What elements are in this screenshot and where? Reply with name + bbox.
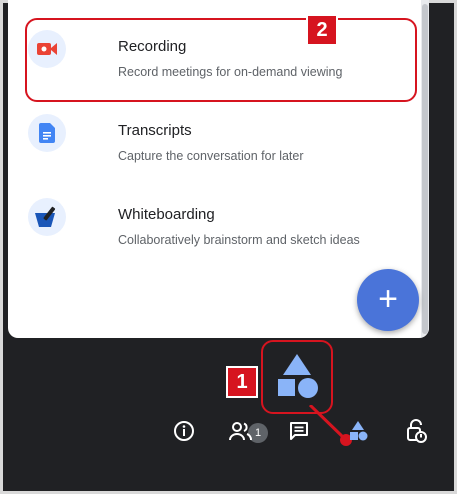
- activities-icon-zoom: [261, 340, 333, 414]
- callout-number-1: 1: [226, 366, 258, 398]
- chat-icon[interactable]: [285, 417, 313, 445]
- host-controls-lock-icon[interactable]: [402, 417, 430, 445]
- feature-description: Collaboratively brainstorm and sketch id…: [118, 233, 360, 247]
- feature-title: Transcripts: [118, 122, 192, 139]
- document-icon: [28, 114, 66, 152]
- shapes-icon: [278, 354, 318, 398]
- scrollbar-thumb[interactable]: [422, 4, 428, 334]
- info-icon[interactable]: [170, 417, 198, 445]
- add-button[interactable]: +: [357, 269, 419, 331]
- feature-title: Whiteboarding: [118, 206, 215, 223]
- activities-icon[interactable]: [344, 417, 372, 445]
- feature-row-transcripts[interactable]: Transcripts Capture the conversation for…: [8, 92, 421, 178]
- panel-scrollbar[interactable]: [421, 0, 429, 338]
- whiteboard-icon: [28, 198, 66, 236]
- feature-description: Capture the conversation for later: [118, 149, 304, 163]
- feature-row-whiteboarding[interactable]: Whiteboarding Collaboratively brainstorm…: [8, 176, 421, 262]
- participants-icon[interactable]: [227, 417, 255, 445]
- callout-number-2: 2: [306, 14, 338, 46]
- callout-highlight-recording: [25, 18, 417, 102]
